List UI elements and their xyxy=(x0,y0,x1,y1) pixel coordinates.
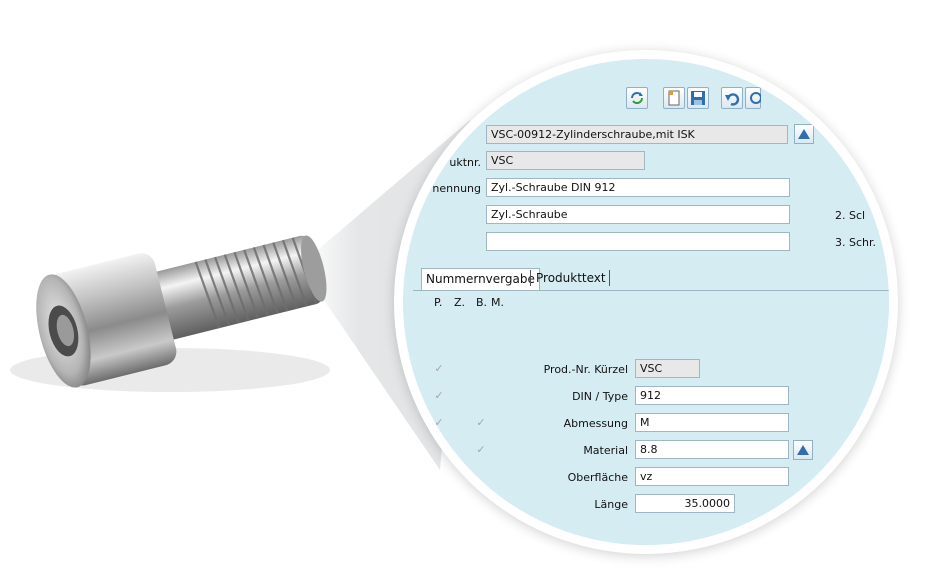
name-field-1[interactable]: Zyl.-Schraube DIN 912 xyxy=(486,178,790,197)
column-header-p: P. xyxy=(434,296,443,309)
attr-label: Material xyxy=(583,444,628,457)
app-window: e VSC-00912-Zylinderschraube,mit ISK ukt… xyxy=(403,59,889,545)
new-document-icon xyxy=(668,90,680,106)
column-header-b: B. xyxy=(476,296,488,309)
checkbox-p-material[interactable]: ✓ xyxy=(433,444,445,456)
save-button[interactable] xyxy=(687,87,709,109)
prod-nr-kuerzel-field[interactable]: VSC xyxy=(635,359,700,378)
triangle-up-icon xyxy=(797,445,809,455)
abmessung-field[interactable]: M xyxy=(635,413,789,432)
attr-label: Abmessung xyxy=(563,417,628,430)
attr-label: Oberfläche xyxy=(567,471,628,484)
refresh-icon xyxy=(631,92,643,104)
undo-icon xyxy=(725,93,740,106)
redo-icon xyxy=(750,92,761,104)
column-header-z: Z. xyxy=(454,296,466,309)
din-type-field[interactable]: 912 xyxy=(635,386,789,405)
field-label-2: uktnr. xyxy=(449,156,481,169)
checkbox-p-prod-nr[interactable]: ✓ xyxy=(433,363,445,375)
triangle-up-icon xyxy=(798,129,810,139)
tab-nummernvergabe[interactable]: Nummernvergabe xyxy=(421,268,540,290)
checkbox-p-oberflaeche[interactable]: ✓ xyxy=(433,471,445,483)
tab-bar: Nummernvergabe Produkttext xyxy=(413,264,889,291)
attr-label: Länge xyxy=(594,498,628,511)
magnifier-lens: e VSC-00912-Zylinderschraube,mit ISK ukt… xyxy=(403,59,889,545)
tab-separator xyxy=(530,270,531,286)
tab-separator xyxy=(609,270,610,286)
attr-label: Prod.-Nr. Kürzel xyxy=(543,363,628,376)
tab-produkttext[interactable]: Produkttext xyxy=(532,268,610,289)
checkbox-p-din-type[interactable]: ✓ xyxy=(433,390,445,402)
refresh-button[interactable] xyxy=(626,87,648,109)
field-label-1: e xyxy=(442,129,449,142)
checkbox-p-abmessung[interactable]: ✓ xyxy=(433,417,445,429)
oberflaeche-field[interactable]: vz xyxy=(635,467,789,486)
undo-button[interactable] xyxy=(721,87,743,109)
new-document-button[interactable] xyxy=(663,87,685,109)
name-field-3[interactable] xyxy=(486,232,790,251)
attr-label: DIN / Type xyxy=(572,390,628,403)
product-number-field[interactable]: VSC xyxy=(486,151,645,170)
redo-button[interactable] xyxy=(745,87,761,109)
material-field[interactable]: 8.8 xyxy=(635,440,789,459)
save-icon xyxy=(691,91,705,105)
side-label-3: 3. Schr. xyxy=(835,236,877,249)
side-label-2: 2. Scl xyxy=(835,209,866,222)
checkbox-b-material[interactable]: ✓ xyxy=(475,444,487,456)
article-field[interactable]: VSC-00912-Zylinderschraube,mit ISK xyxy=(486,125,788,144)
field-label-3: nennung xyxy=(432,182,481,195)
laenge-field[interactable]: 35.0000 xyxy=(635,494,735,513)
column-header-m: M. xyxy=(491,296,504,309)
name-field-2[interactable]: Zyl.-Schraube xyxy=(486,205,790,224)
lookup-button-article[interactable] xyxy=(794,124,814,144)
checkbox-b-abmessung[interactable]: ✓ xyxy=(475,417,487,429)
lookup-button-material[interactable] xyxy=(793,440,813,460)
